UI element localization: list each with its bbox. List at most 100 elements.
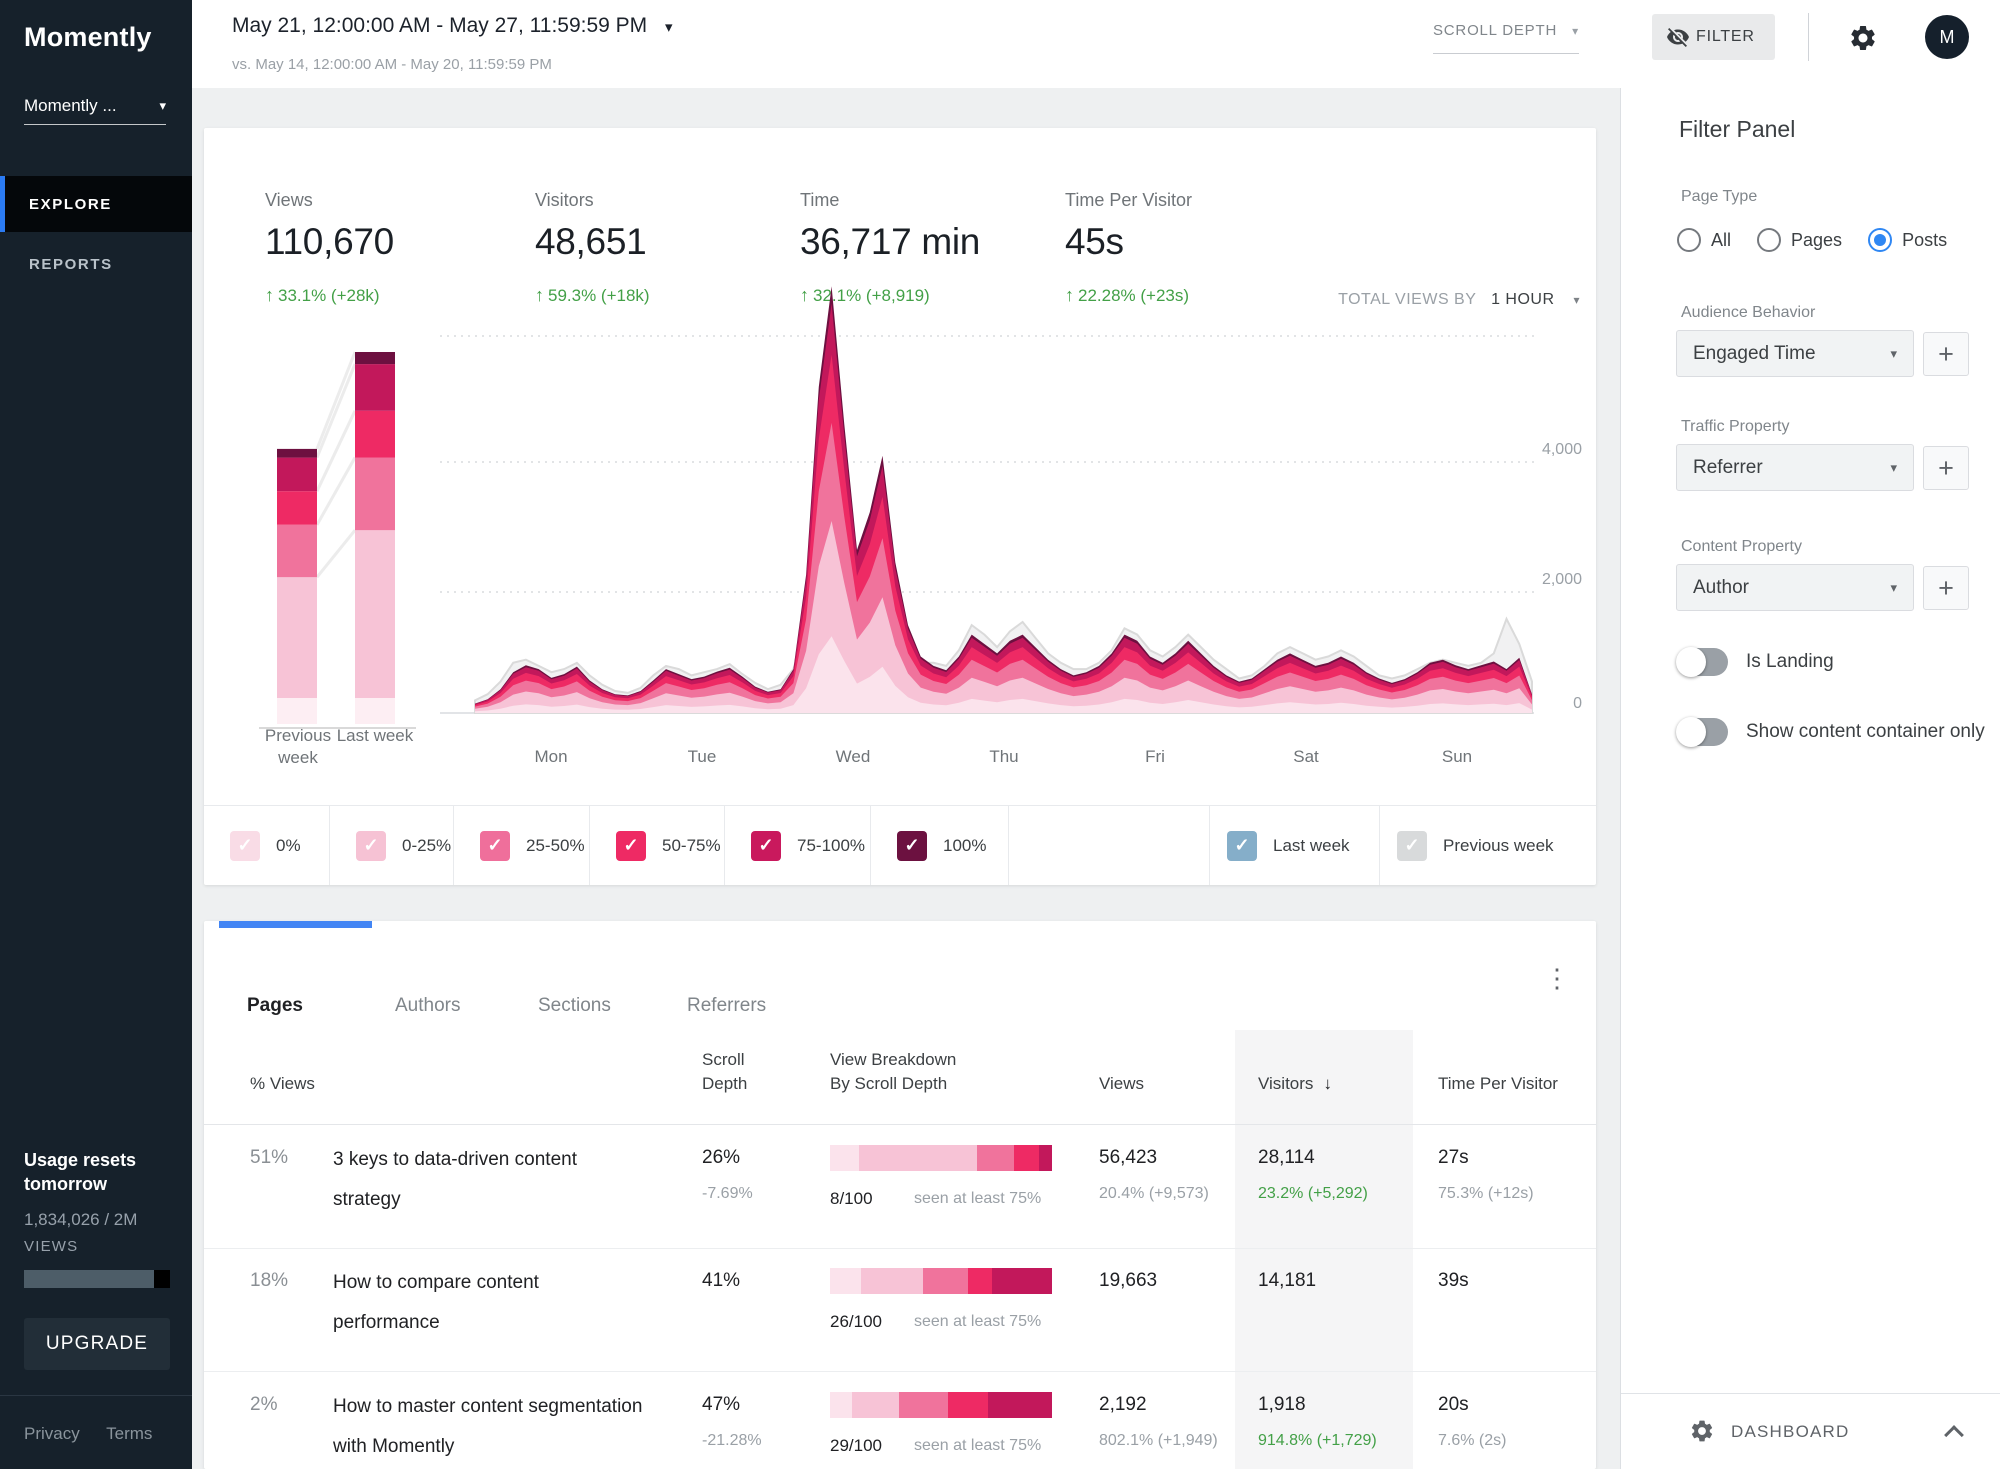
filter-panel: Filter Panel Page Type All Pages Posts A…	[1620, 88, 2000, 1469]
checkbox-checked-icon[interactable]	[230, 831, 260, 861]
total-views-chart[interactable]: 4,0002,0000MonTueWedThuFriSatSun	[204, 278, 1596, 838]
add-traffic-property-button[interactable]: +	[1923, 446, 1969, 490]
checkbox-checked-icon[interactable]	[1227, 831, 1257, 861]
radio-all[interactable]: All	[1677, 228, 1731, 252]
checkbox-checked-icon[interactable]	[1397, 831, 1427, 861]
radio-pages[interactable]: Pages	[1757, 228, 1842, 252]
legend-item-0-25pct[interactable]: 0-25%	[330, 806, 454, 885]
col-header-visitors-sorted[interactable]: Visitors	[1258, 1072, 1332, 1096]
cell-page-title[interactable]: How to master content segmentation with …	[333, 1387, 645, 1467]
upgrade-button[interactable]: UPGRADE	[24, 1318, 170, 1370]
col-header-line: Scroll	[702, 1048, 747, 1072]
date-range-picker[interactable]: May 21, 12:00:00 AM - May 27, 11:59:59 P…	[232, 14, 673, 38]
avatar[interactable]: M	[1925, 15, 1969, 59]
analytics-dashboard: Momently Momently ... ▾ EXPLORE REPORTS …	[0, 0, 2000, 1469]
traffic-property-select[interactable]: Referrer ▾	[1676, 444, 1914, 491]
legend-item-0pct[interactable]: 0%	[204, 806, 330, 885]
metric-select[interactable]: SCROLL DEPTH ▾	[1433, 22, 1579, 54]
is-landing-toggle-row: Is Landing	[1678, 648, 1834, 676]
cell-value: 28,114	[1258, 1147, 1368, 1169]
scroll-breakdown-bar	[830, 1268, 1052, 1294]
tab-referrers[interactable]: Referrers	[687, 995, 766, 1017]
svg-text:Fri: Fri	[1145, 747, 1165, 766]
radio-posts-selected[interactable]: Posts	[1868, 228, 1947, 252]
filter-button[interactable]: FILTER	[1652, 14, 1775, 60]
cell-sub-value: 75.3% (+12s)	[1438, 1185, 1534, 1203]
legend-item-75-100pct[interactable]: 75-100%	[725, 806, 871, 885]
breakdown-stat: 8/100	[830, 1189, 873, 1209]
site-selector[interactable]: Momently ... ▾	[24, 96, 166, 125]
overflow-menu-icon[interactable]: ⋮	[1544, 963, 1570, 994]
legend-item-50-75pct[interactable]: 50-75%	[590, 806, 725, 885]
checkbox-checked-icon[interactable]	[480, 831, 510, 861]
radio-label: All	[1711, 230, 1731, 251]
cell-sub-value: 7.6% (2s)	[1438, 1432, 1506, 1450]
legend-item-25-50pct[interactable]: 25-50%	[454, 806, 590, 885]
compare-range-label: vs. May 14, 12:00:00 AM - May 20, 11:59:…	[232, 56, 552, 73]
sidebar: Momently Momently ... ▾ EXPLORE REPORTS …	[0, 0, 192, 1469]
gear-icon	[1689, 1418, 1715, 1444]
cell-value: 47%	[702, 1394, 762, 1416]
toggle-off-switch[interactable]	[1678, 648, 1728, 676]
breakdown-stat: 29/100	[830, 1436, 882, 1456]
tab-authors[interactable]: Authors	[395, 995, 460, 1017]
sidebar-footer: Privacy Terms	[24, 1424, 174, 1444]
toggle-off-switch[interactable]	[1678, 718, 1728, 746]
avatar-initial: M	[1940, 27, 1955, 48]
cell-value: 27s	[1438, 1147, 1534, 1169]
table-row[interactable]: 2% How to master content segmentation wi…	[204, 1372, 1596, 1469]
breakdown-note: seen at least 75%	[914, 1190, 1041, 1208]
settings-gear-icon[interactable]	[1848, 23, 1878, 53]
table-row[interactable]: 18% How to compare content performance 4…	[204, 1248, 1596, 1372]
add-content-property-button[interactable]: +	[1923, 566, 1969, 610]
scroll-depth-legend: 0% 0-25% 25-50% 50-75% 75-100% 100%	[204, 805, 1596, 885]
checkbox-checked-icon[interactable]	[897, 831, 927, 861]
legend-item-previous-week[interactable]: Previous week	[1380, 806, 1596, 885]
cell-visitors: 28,114 23.2% (+5,292)	[1258, 1147, 1368, 1203]
cell-page-title[interactable]: How to compare content performance	[333, 1263, 645, 1343]
col-header-scroll-depth[interactable]: Scroll Depth	[702, 1048, 747, 1096]
col-header-time-per-visitor[interactable]: Time Per Visitor	[1438, 1072, 1558, 1096]
audience-behavior-label: Audience Behavior	[1681, 304, 1815, 322]
sidebar-item-explore[interactable]: EXPLORE	[0, 176, 192, 232]
chevron-up-icon[interactable]	[1944, 1425, 1964, 1445]
checkbox-checked-icon[interactable]	[616, 831, 646, 861]
col-header-views[interactable]: Views	[1099, 1072, 1144, 1096]
privacy-link[interactable]: Privacy	[24, 1424, 80, 1443]
scroll-breakdown-bar	[830, 1392, 1052, 1418]
cell-views: 19,663	[1099, 1270, 1157, 1292]
add-audience-behavior-button[interactable]: +	[1923, 332, 1969, 376]
table-header: % Views Scroll Depth View Breakdown By S…	[204, 1030, 1596, 1125]
app-logo: Momently	[24, 22, 152, 53]
cell-value: 14,181	[1258, 1270, 1316, 1292]
radio-checked-icon	[1868, 228, 1892, 252]
sidebar-item-reports[interactable]: REPORTS	[0, 244, 192, 284]
tab-sections[interactable]: Sections	[538, 995, 611, 1017]
cell-scroll-depth: 26% -7.69%	[702, 1147, 753, 1203]
col-header-view-breakdown[interactable]: View Breakdown By Scroll Depth	[830, 1048, 956, 1096]
legend-item-100pct[interactable]: 100%	[871, 806, 1009, 885]
content-property-select[interactable]: Author ▾	[1676, 564, 1914, 611]
dashboard-bar[interactable]: DASHBOARD	[1621, 1393, 2000, 1469]
tab-pages[interactable]: Pages	[247, 995, 303, 1017]
legend-item-last-week[interactable]: Last week	[1210, 806, 1380, 885]
cell-value: 2,192	[1099, 1394, 1218, 1416]
terms-link[interactable]: Terms	[106, 1424, 152, 1443]
metric-label: Visitors	[535, 190, 785, 211]
sidebar-item-label: REPORTS	[29, 256, 113, 273]
svg-text:0: 0	[1573, 695, 1582, 712]
cell-value: 26%	[702, 1147, 753, 1169]
cell-time-per-visitor: 20s 7.6% (2s)	[1438, 1394, 1506, 1450]
col-header-pct-views[interactable]: % Views	[250, 1072, 315, 1096]
checkbox-checked-icon[interactable]	[751, 831, 781, 861]
audience-behavior-select[interactable]: Engaged Time ▾	[1676, 330, 1914, 377]
table-row[interactable]: 51% 3 keys to data-driven content strate…	[204, 1125, 1596, 1249]
cell-time-per-visitor: 27s 75.3% (+12s)	[1438, 1147, 1534, 1203]
svg-text:Tue: Tue	[688, 747, 717, 766]
svg-text:Sat: Sat	[1293, 747, 1319, 766]
scroll-breakdown-bar	[830, 1145, 1052, 1171]
checkbox-checked-icon[interactable]	[356, 831, 386, 861]
cell-page-title[interactable]: 3 keys to data-driven content strategy	[333, 1140, 645, 1220]
usage-reset-note: Usage resets tomorrow	[24, 1148, 154, 1196]
toggle-knob	[1676, 647, 1706, 677]
